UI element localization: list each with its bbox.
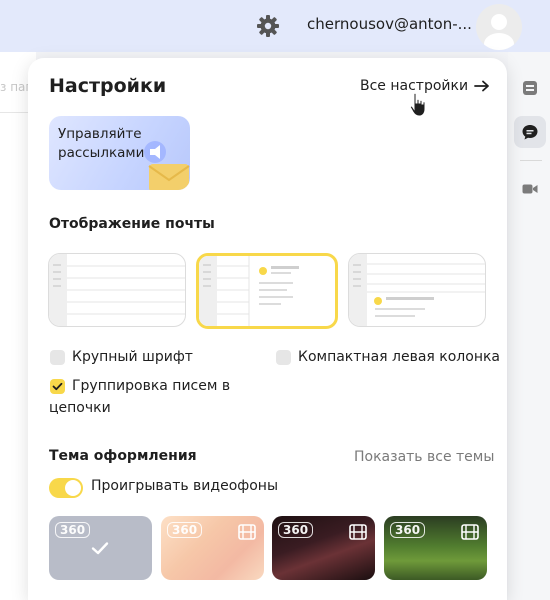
- theme-option-default[interactable]: 360: [49, 516, 152, 580]
- panel-title: Настройки: [49, 75, 167, 97]
- show-all-themes-link[interactable]: Показать все темы: [354, 449, 494, 465]
- checkmark-icon: [91, 542, 109, 555]
- theme-badge: 360: [390, 522, 426, 538]
- chat-icon[interactable]: [514, 116, 546, 148]
- theme-badge: 360: [55, 522, 91, 538]
- manage-subscriptions-banner[interactable]: Управляйте рассылками: [49, 116, 190, 190]
- video-background-toggle[interactable]: [49, 478, 83, 498]
- compact-left-column-checkbox[interactable]: [276, 350, 291, 365]
- layout-option-two-pane[interactable]: [196, 253, 338, 329]
- theme-option-peach[interactable]: 360: [161, 516, 264, 580]
- thread-grouping-checkbox[interactable]: [50, 379, 65, 394]
- megaphone-icon: [144, 141, 190, 190]
- toggle-knob: [65, 480, 81, 496]
- video-camera-icon[interactable]: [514, 173, 546, 205]
- checkmark-icon: [52, 382, 63, 391]
- mail-icon[interactable]: [514, 72, 546, 104]
- gear-icon[interactable]: [255, 13, 281, 39]
- avatar-icon[interactable]: [476, 4, 522, 50]
- layout-option-preview-below[interactable]: [348, 253, 486, 327]
- film-icon: [238, 524, 256, 540]
- theme-section-title: Тема оформления: [49, 448, 197, 464]
- settings-panel: Настройки Все настройки Управляйте рассы…: [28, 58, 507, 600]
- display-section-title: Отображение почты: [49, 216, 215, 232]
- pointer-cursor-icon: [408, 92, 430, 118]
- thread-grouping-label-line2: цепочки: [49, 400, 111, 416]
- film-icon: [461, 524, 479, 540]
- user-email[interactable]: chernousov@anton-...: [307, 15, 472, 33]
- video-background-label: Проигрывать видеофоны: [91, 478, 279, 494]
- theme-badge: 360: [167, 522, 203, 538]
- compact-left-column-label: Компактная левая колонка: [298, 349, 501, 365]
- layout-option-list[interactable]: [48, 253, 186, 327]
- theme-option-dark-silk[interactable]: 360: [272, 516, 375, 580]
- theme-badge: 360: [278, 522, 314, 538]
- theme-option-grass[interactable]: 360: [384, 516, 487, 580]
- top-header: chernousov@anton-...: [0, 0, 550, 52]
- rail-divider: [520, 160, 542, 161]
- film-icon: [349, 524, 367, 540]
- large-font-label: Крупный шрифт: [72, 349, 193, 365]
- right-rail: [508, 52, 550, 600]
- large-font-checkbox[interactable]: [50, 350, 65, 365]
- arrow-right-icon: [474, 80, 489, 92]
- thread-grouping-label-line1: Группировка писем в: [72, 378, 231, 394]
